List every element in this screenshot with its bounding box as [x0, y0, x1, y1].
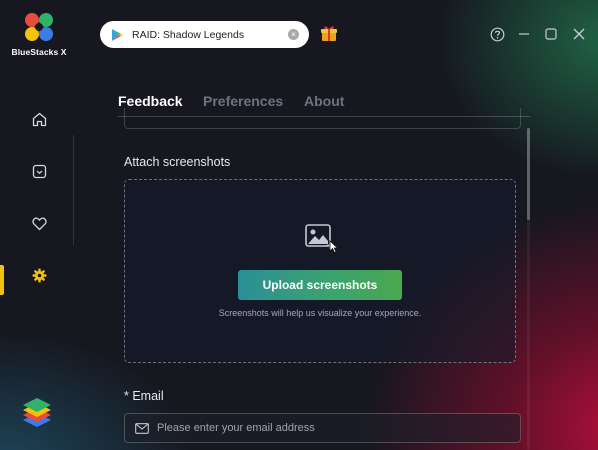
mail-icon — [135, 422, 149, 434]
google-play-icon — [112, 28, 123, 41]
sidebar-item-favorites[interactable] — [26, 210, 52, 236]
scrollbar-thumb[interactable] — [527, 128, 530, 220]
gift-icon[interactable] — [320, 24, 338, 42]
clear-search-icon[interactable]: × — [288, 29, 299, 40]
sidebar-divider — [73, 135, 74, 245]
attach-screenshots-label: Attach screenshots — [124, 155, 231, 169]
tab-about[interactable]: About — [304, 93, 344, 109]
active-indicator — [0, 265, 4, 295]
settings-icon — [32, 268, 46, 282]
brand: BlueStacks X — [8, 10, 70, 57]
close-icon[interactable] — [571, 26, 587, 42]
brand-name: BlueStacks X — [11, 47, 67, 57]
home-icon — [32, 112, 46, 126]
email-label: * Email — [124, 389, 164, 403]
sidebar-item-home[interactable] — [26, 106, 52, 132]
search-query[interactable]: RAID: Shadow Legends — [132, 29, 288, 41]
app-search-bar[interactable]: RAID: Shadow Legends × — [100, 21, 309, 48]
maximize-icon[interactable] — [543, 26, 559, 42]
heart-icon — [31, 216, 47, 230]
upload-hint: Screenshots will help us visualize your … — [218, 308, 422, 318]
mouse-cursor-icon — [329, 240, 339, 254]
bluestacks-x-logo-icon — [25, 13, 53, 41]
email-input[interactable] — [157, 422, 477, 434]
bluestacks-app-icon[interactable] — [20, 398, 54, 430]
previous-field-edge — [124, 108, 521, 129]
minimize-icon[interactable] — [516, 26, 532, 42]
sidebar-item-library[interactable] — [26, 158, 52, 184]
sidebar-item-settings[interactable] — [26, 262, 52, 288]
email-field[interactable] — [124, 413, 521, 443]
tab-feedback[interactable]: Feedback — [118, 93, 183, 109]
upload-screenshots-button[interactable]: Upload screenshots — [238, 270, 402, 300]
games-library-icon — [32, 164, 46, 178]
help-icon[interactable] — [489, 26, 505, 42]
tab-preferences[interactable]: Preferences — [203, 93, 283, 109]
